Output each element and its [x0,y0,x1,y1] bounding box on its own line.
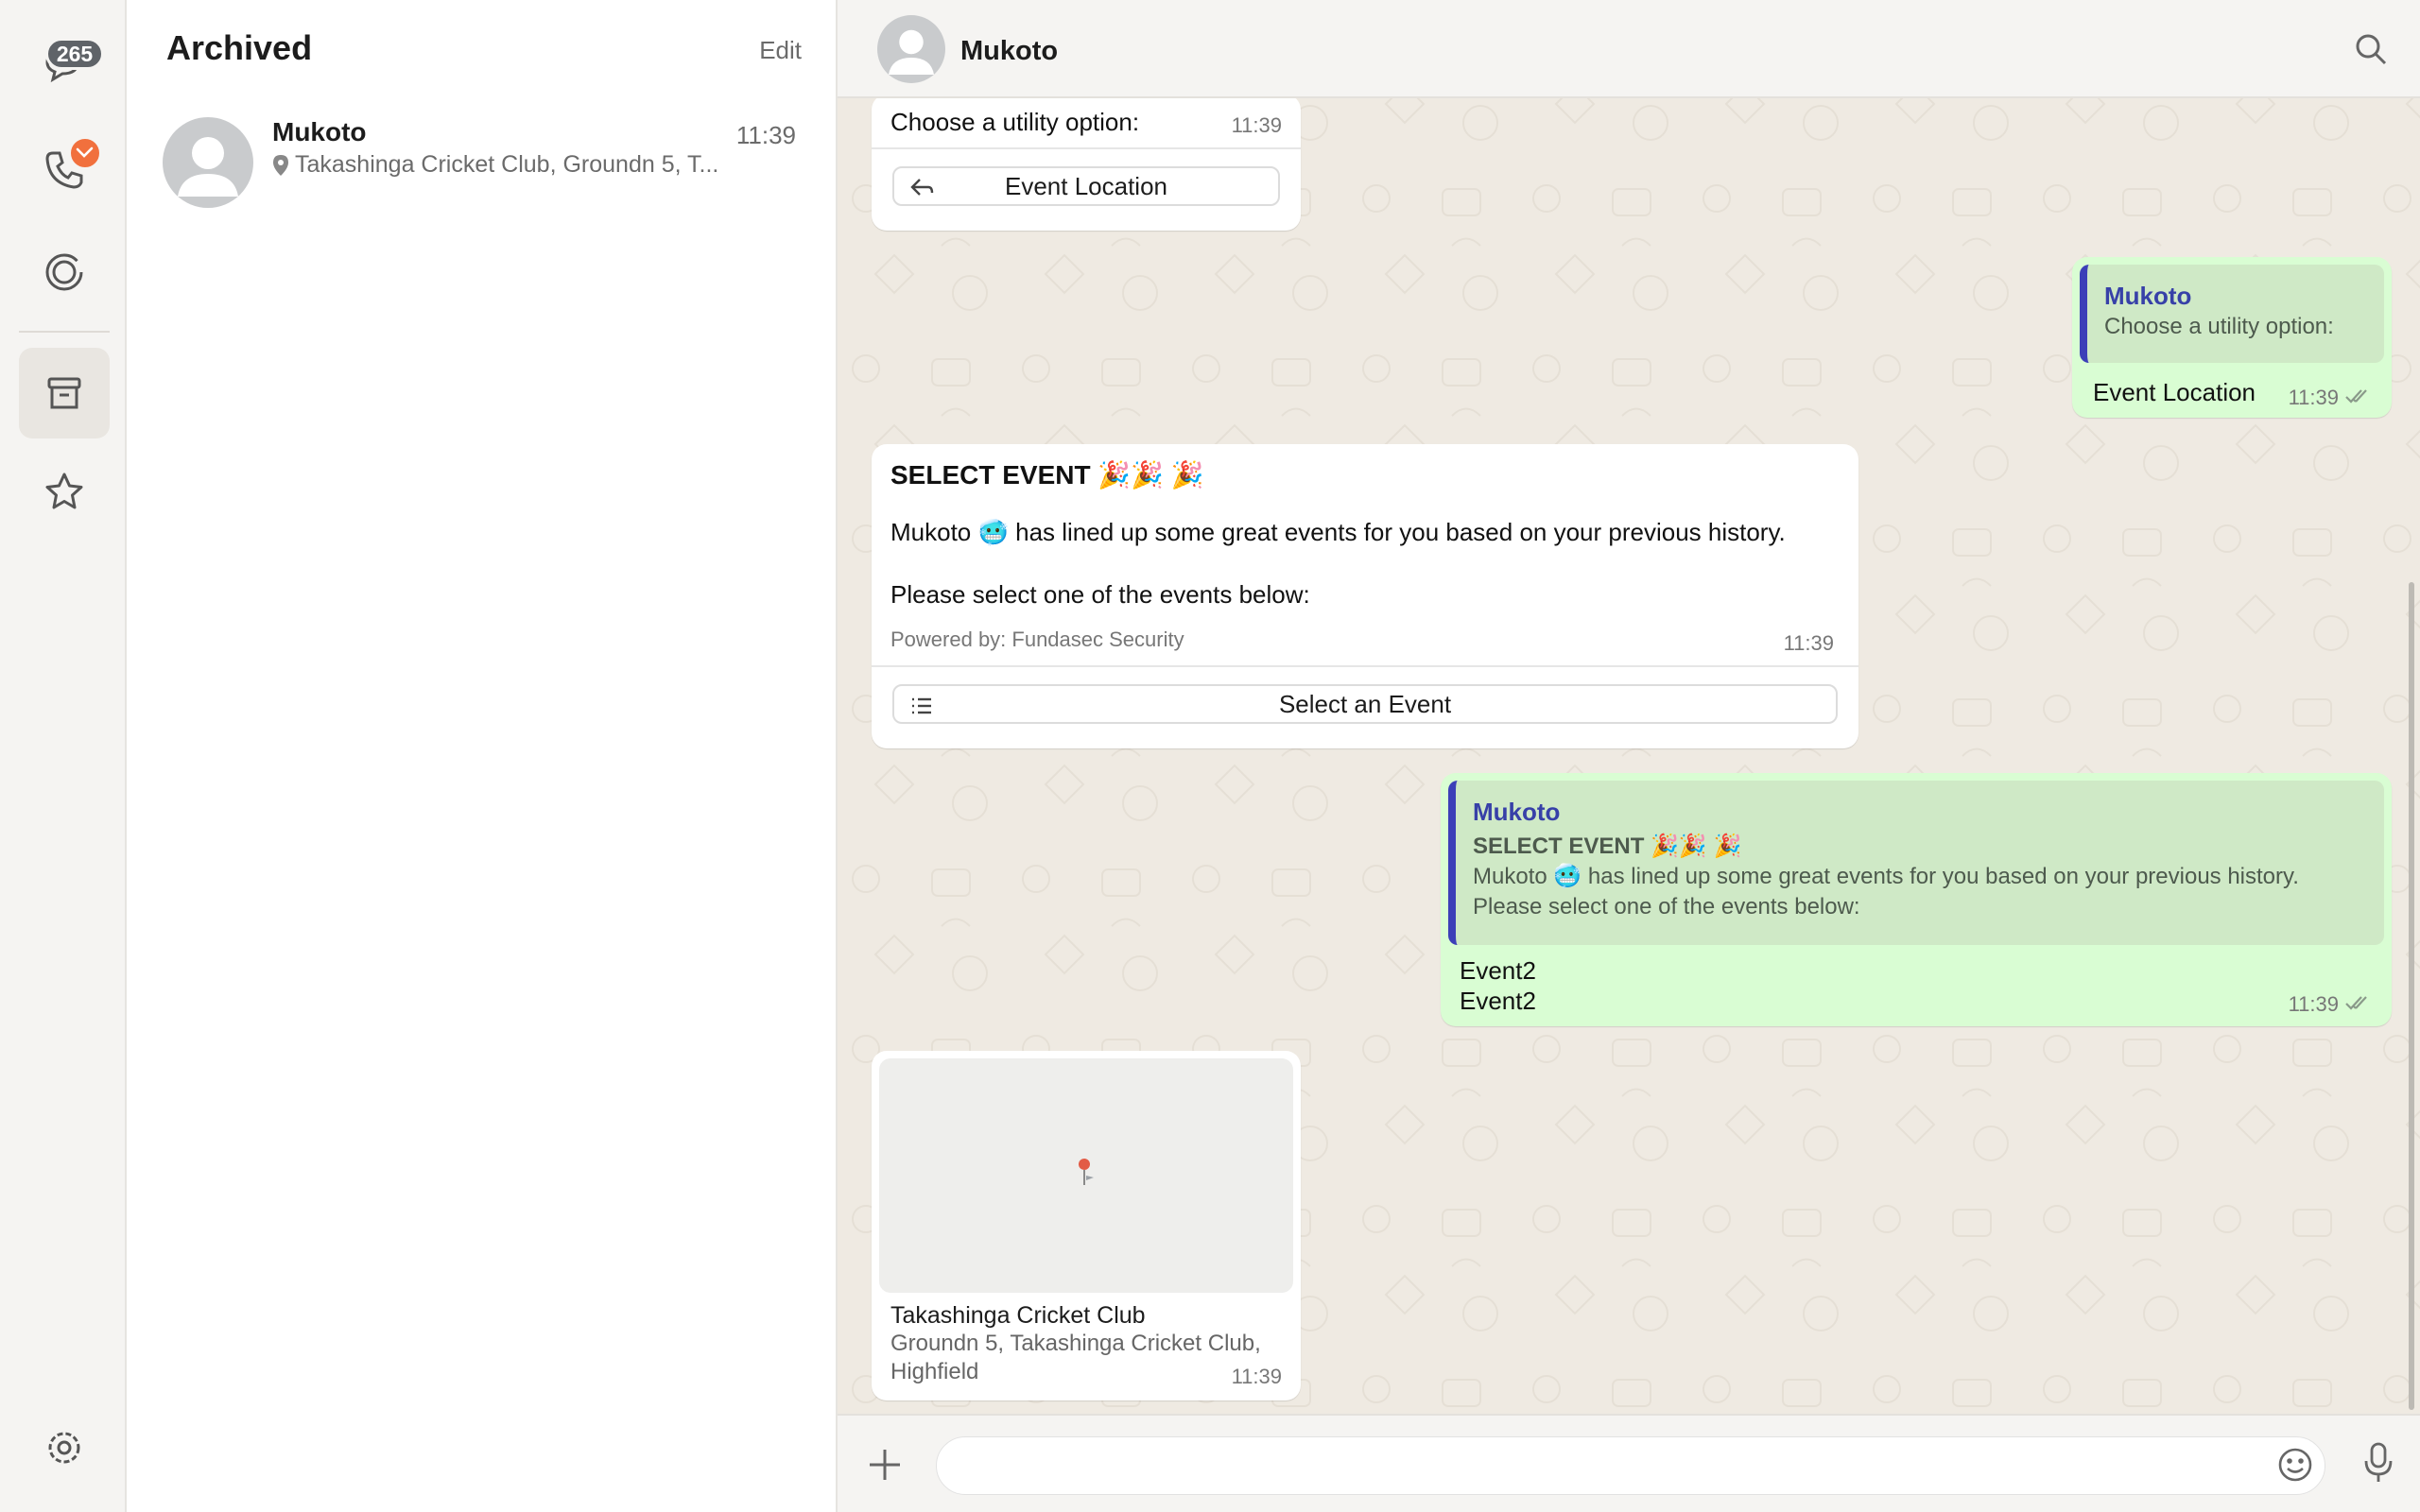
quote-sender: Mukoto [2104,282,2192,310]
quote-sender: Mukoto [1473,798,1561,826]
chat-preview-text: Takashinga Cricket Club, Groundn 5, T... [295,151,719,178]
sender-mention: Mukoto [890,518,972,546]
read-ticks-icon [2345,389,2367,404]
default-avatar-icon [889,29,934,75]
emoji: 🥶 [977,519,1009,547]
panel-title: Archived [166,28,313,67]
search-button[interactable] [2352,30,2390,73]
button-label: Event Location [1004,171,1167,200]
quoted-message[interactable]: Mukoto SELECT EVENT 🎉🎉 🎉 Mukoto 🥶 has li… [1448,781,2384,945]
attach-button[interactable] [864,1444,906,1490]
unread-count-badge: 265 [45,38,104,70]
calls-button[interactable] [19,125,110,215]
place-address: Groundn 5, Takashinga Cricket Club, [890,1331,1261,1356]
message-time: 11:39 [2288,386,2339,409]
voice-message-button[interactable] [2361,1440,2395,1490]
missed-call-badge [68,136,102,170]
message-divider [872,147,1301,149]
message-text: has lined up some great events for you b… [1015,518,1786,546]
quote-text: Mukoto 🥶 has lined up some great events … [1473,864,2299,889]
conversation-header: Mukoto [838,0,2420,98]
outgoing-message[interactable]: Mukoto SELECT EVENT 🎉🎉 🎉 Mukoto 🥶 has li… [1441,773,2392,1026]
quote-title: SELECT EVENT 🎉🎉 🎉 [1473,833,1742,859]
search-icon [2356,34,2387,65]
location-pin-icon [273,154,288,176]
default-avatar-icon [178,137,238,197]
archived-button[interactable] [19,348,110,438]
quoted-message[interactable]: Mukoto Choose a utility option: [2080,265,2384,363]
reply-icon [910,179,934,196]
avatar [163,117,253,208]
conversation-scrollbar[interactable] [2409,582,2414,1410]
place-name: Takashinga Cricket Club [890,1302,1146,1329]
rail-divider [19,331,110,333]
chat-preview: Takashinga Cricket Club, Groundn 5, T... [272,151,802,179]
message-divider [872,665,1858,667]
settings-button[interactable] [19,1402,110,1493]
message-text: Please select one of the events below: [890,580,1310,609]
chat-time: 11:39 [735,121,796,149]
chat-list-item[interactable]: Mukoto 11:39 Takashinga Cricket Club, Gr… [127,112,836,214]
message-line: Mukoto 🥶 has lined up some great events … [890,518,1786,547]
message-time: 11:39 [1231,1365,1282,1388]
chat-list-panel: Archived Edit Mukoto 11:39 Takashinga Cr… [127,0,838,1512]
contact-name[interactable]: Mukoto [960,36,1058,67]
incoming-message[interactable]: SELECT EVENT 🎉🎉 🎉 Mukoto 🥶 has lined up … [872,444,1858,748]
event-location-button[interactable]: Event Location [892,166,1280,206]
read-ticks-icon [2345,996,2367,1010]
navigation-rail: 265 [0,0,127,1512]
incoming-location-message[interactable]: Takashinga Cricket Club Groundn 5, Takas… [872,1051,1301,1400]
plus-icon [870,1450,900,1480]
map-preview[interactable] [879,1058,1293,1293]
outgoing-message[interactable]: Mukoto Choose a utility option: Event Lo… [2072,257,2392,418]
message-text: Event2 [1460,956,1536,985]
list-icon [912,697,931,714]
updates-button[interactable] [19,227,110,318]
gear-icon [48,1432,80,1464]
message-text: Event2 [1460,987,1536,1015]
microphone-icon [2364,1442,2393,1482]
message-composer [838,1414,2420,1512]
message-footer: Powered by: Fundasec Security [890,627,1184,651]
contact-avatar[interactable] [877,15,945,83]
quote-text: Please select one of the events below: [1473,894,1860,919]
map-pin-icon [1079,1159,1094,1185]
chat-name: Mukoto [272,117,367,146]
message-text: Choose a utility option: [890,108,1140,136]
select-event-button[interactable]: Select an Event [892,684,1838,724]
message-input[interactable] [936,1436,2325,1495]
button-label: Select an Event [1278,689,1452,718]
message-time: 11:39 [1783,631,1834,655]
status-icon [45,253,83,291]
emoji-button[interactable] [2276,1446,2314,1488]
emoji-icon [2278,1448,2312,1482]
edit-button[interactable]: Edit [759,36,802,65]
message-time: 11:39 [1231,113,1282,137]
message-text: Event Location [2093,378,2256,406]
conversation-pane: Mukoto Choose a utility option: 11:39 Ev… [838,0,2420,1512]
starred-button[interactable] [19,446,110,537]
quote-text: Choose a utility option: [2104,314,2334,339]
incoming-message[interactable]: Choose a utility option: 11:39 Event Loc… [872,94,1301,231]
message-time: 11:39 [2288,992,2339,1016]
place-address: Highfield [890,1359,979,1384]
missed-call-icon [76,146,94,158]
message-title: SELECT EVENT 🎉🎉 🎉 [890,460,1204,490]
archive-icon [47,377,81,409]
star-icon [45,472,83,509]
